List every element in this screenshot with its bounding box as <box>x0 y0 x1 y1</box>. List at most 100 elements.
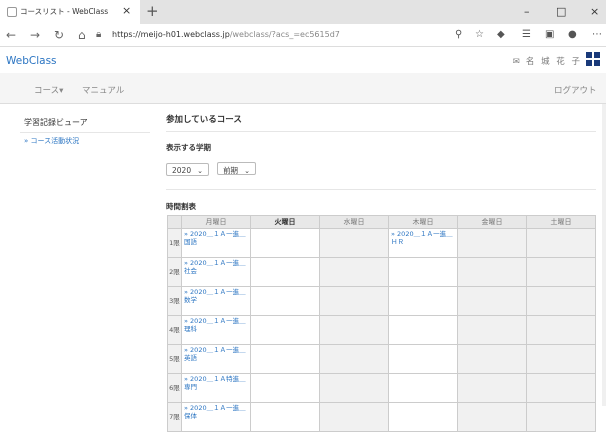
timetable-cell <box>250 402 320 432</box>
url-path: /webclass/?acs_=ec5615d7 <box>229 30 340 39</box>
back-icon[interactable]: ← <box>6 28 16 42</box>
timetable-cell <box>250 344 320 374</box>
period-label: 1限 <box>167 228 182 258</box>
day-header: 金曜日 <box>457 215 527 229</box>
year-value: 2020 <box>172 166 192 175</box>
course-link-thursday <box>388 315 458 345</box>
home-icon[interactable]: ⌂ <box>78 28 86 42</box>
timetable-cell <box>457 286 527 316</box>
day-header: 月曜日 <box>181 215 251 229</box>
course-activity-link[interactable]: » コース活動状況 <box>20 133 150 149</box>
browser-tabbar: コースリスト - WebClass × + – □ × <box>0 0 606 24</box>
url-field[interactable]: https://meijo-h01.webclass.jp/webclass/?… <box>112 30 340 39</box>
timetable-cell <box>526 257 596 287</box>
favicon-icon <box>7 7 17 17</box>
collections-icon[interactable]: ▣ <box>545 29 554 40</box>
profile-icon[interactable]: ● <box>568 29 577 40</box>
forward-icon[interactable]: → <box>30 28 40 42</box>
timetable-cell <box>319 257 389 287</box>
year-select[interactable]: 2020 ⌄ <box>166 163 209 176</box>
timetable-cell <box>319 315 389 345</box>
timetable: 月曜日 火曜日 水曜日 木曜日 金曜日 土曜日 1限» 2020＿１Ａ一進＿国語… <box>167 215 596 432</box>
day-header: 水曜日 <box>319 215 389 229</box>
site-brand[interactable]: WebClass <box>6 55 57 67</box>
timetable-cell <box>526 228 596 258</box>
day-header-today: 火曜日 <box>250 215 320 229</box>
timetable-cell <box>250 373 320 403</box>
minimize-button[interactable]: – <box>524 5 530 18</box>
timetable-header-row: 月曜日 火曜日 水曜日 木曜日 金曜日 土曜日 <box>167 215 596 229</box>
period-label: 5限 <box>167 344 182 374</box>
timetable-cell <box>526 344 596 374</box>
address-bar: ← → ↻ ⌂ 🔒︎ https://meijo-h01.webclass.jp… <box>0 24 606 47</box>
course-link-thursday[interactable]: » 2020＿１Ａ一進＿ＨＲ <box>388 228 458 258</box>
main-content: 参加しているコース 表示する学期 2020 ⌄ 前期 ⌄ 時間割表 月曜日 火曜日 … <box>166 113 596 432</box>
timetable-cell <box>319 286 389 316</box>
period-label: 6限 <box>167 373 182 403</box>
timetable-cell <box>319 228 389 258</box>
course-link-monday[interactable]: » 2020＿１Ａ一進＿国語 <box>181 228 251 258</box>
maximize-button[interactable]: □ <box>556 5 566 18</box>
term-value: 前期 <box>223 166 239 175</box>
timetable-cell <box>526 402 596 432</box>
day-header: 木曜日 <box>388 215 458 229</box>
favorites-list-icon[interactable]: ☰ <box>522 29 531 40</box>
menu-bar: コース▾ マニュアル ログアウト <box>0 73 606 104</box>
course-link-thursday <box>388 344 458 374</box>
timetable-title: 時間割表 <box>166 202 196 211</box>
period-label: 3限 <box>167 286 182 316</box>
course-menu[interactable]: コース▾ <box>34 84 63 96</box>
sidebar-title: 学習記録ビューア <box>20 113 150 133</box>
reader-icon[interactable]: ⚲ <box>455 29 462 40</box>
more-icon[interactable]: ⋯ <box>592 29 602 40</box>
timetable-cell <box>319 402 389 432</box>
term-selectors: 2020 ⌄ 前期 ⌄ <box>166 158 596 177</box>
chevron-down-icon: ⌄ <box>244 167 250 175</box>
sidebar: 学習記録ビューア » コース活動状況 <box>20 113 150 149</box>
divider <box>166 189 596 190</box>
tab-close-button[interactable]: × <box>122 4 131 17</box>
course-link-monday[interactable]: » 2020＿１Ａ一進＿数学 <box>181 286 251 316</box>
timetable-cell <box>457 344 527 374</box>
browser-tab[interactable]: コースリスト - WebClass × <box>0 0 140 24</box>
term-select[interactable]: 前期 ⌄ <box>217 162 256 175</box>
course-link-monday[interactable]: » 2020＿１Ａ一進＿英語 <box>181 344 251 374</box>
timetable-row: 5限» 2020＿１Ａ一進＿英語 <box>167 344 596 374</box>
extension-icon[interactable]: ◆ <box>497 29 505 40</box>
course-link-monday[interactable]: » 2020＿１Ａ特進＿専門 <box>181 373 251 403</box>
course-link-thursday <box>388 402 458 432</box>
tab-title: コースリスト - WebClass <box>20 7 109 16</box>
day-header: 土曜日 <box>526 215 596 229</box>
logout-link[interactable]: ログアウト <box>554 84 597 96</box>
scrollbar[interactable] <box>602 104 606 406</box>
timetable-cell <box>250 286 320 316</box>
timetable-cell <box>250 257 320 287</box>
timetable-cell <box>457 228 527 258</box>
section-title: 参加しているコース <box>166 113 596 132</box>
course-link-monday[interactable]: » 2020＿１Ａ一進＿保体 <box>181 402 251 432</box>
new-tab-button[interactable]: + <box>146 2 159 20</box>
timetable-cell <box>319 344 389 374</box>
manual-link[interactable]: マニュアル <box>82 84 124 96</box>
timetable-cell <box>526 286 596 316</box>
chevron-down-icon: ⌄ <box>197 167 203 175</box>
timetable-cell <box>526 373 596 403</box>
site-header: WebClass ✉ 名 城 花 子 <box>0 47 606 73</box>
course-link-monday[interactable]: » 2020＿１Ａ一進＿社会 <box>181 257 251 287</box>
timetable-cell <box>526 315 596 345</box>
user-icon: ✉ <box>512 57 522 67</box>
corner-cell <box>167 215 182 229</box>
timetable-cell <box>457 402 527 432</box>
timetable-row: 1限» 2020＿１Ａ一進＿国語 » 2020＿１Ａ一進＿ＨＲ <box>167 228 596 258</box>
timetable-cell <box>457 373 527 403</box>
timetable-row: 3限» 2020＿１Ａ一進＿数学 <box>167 286 596 316</box>
window-close-button[interactable]: × <box>590 5 599 18</box>
refresh-icon[interactable]: ↻ <box>54 28 64 42</box>
course-link-monday[interactable]: » 2020＿１Ａ一進＿理科 <box>181 315 251 345</box>
course-link-thursday <box>388 286 458 316</box>
favorite-star-icon[interactable]: ☆ <box>475 29 484 40</box>
university-logo-icon <box>586 52 600 66</box>
timetable-row: 2限» 2020＿１Ａ一進＿社会 <box>167 257 596 287</box>
timetable-cell <box>319 373 389 403</box>
term-label: 表示する学期 <box>166 143 211 152</box>
